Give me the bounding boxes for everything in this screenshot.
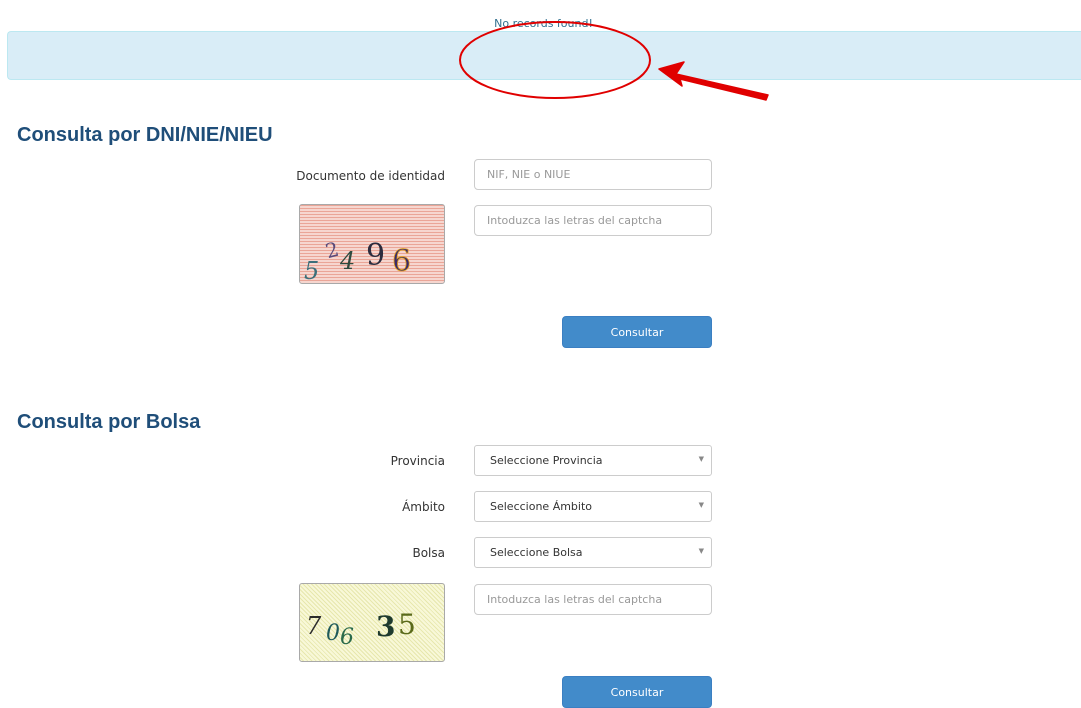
- svg-text:3: 3: [376, 610, 395, 643]
- svg-text:5: 5: [398, 608, 416, 641]
- chevron-down-icon: ▼: [698, 501, 704, 509]
- provincia-select[interactable]: Seleccione Provincia ▼: [474, 445, 712, 476]
- bolsa-label: Bolsa: [412, 546, 445, 560]
- bolsa-selected-value: Seleccione Bolsa: [490, 546, 583, 559]
- svg-text:5: 5: [304, 257, 319, 284]
- document-label: Documento de identidad: [296, 169, 445, 183]
- svg-text:0: 0: [326, 621, 340, 646]
- svg-text:6: 6: [340, 625, 354, 650]
- captcha-input-dni[interactable]: [474, 205, 712, 236]
- captcha-image-bolsa: 7 0 6 3 5: [299, 583, 445, 662]
- svg-text:9: 9: [366, 238, 385, 273]
- consultar-button-bolsa[interactable]: Consultar: [562, 676, 712, 708]
- provincia-label: Provincia: [390, 454, 445, 468]
- ambito-selected-value: Seleccione Ámbito: [490, 500, 593, 513]
- svg-text:4: 4: [339, 247, 355, 275]
- ambito-select[interactable]: Seleccione Ámbito ▼: [474, 491, 712, 522]
- section-title-bolsa: Consulta por Bolsa: [17, 411, 201, 433]
- chevron-down-icon: ▼: [698, 455, 704, 463]
- svg-text:6: 6: [392, 244, 411, 279]
- bolsa-select[interactable]: Seleccione Bolsa ▼: [474, 537, 712, 568]
- section-title-dni: Consulta por DNI/NIE/NIEU: [17, 124, 273, 146]
- alert-message: No records found!: [494, 17, 593, 30]
- document-input[interactable]: [474, 159, 712, 190]
- captcha-input-bolsa[interactable]: [474, 584, 712, 615]
- ambito-label: Ámbito: [402, 500, 445, 514]
- svg-text:7: 7: [306, 612, 322, 640]
- captcha-image-dni: 5 2 4 9 6: [299, 204, 445, 284]
- info-alert: [7, 31, 1081, 80]
- provincia-selected-value: Seleccione Provincia: [490, 454, 603, 467]
- chevron-down-icon: ▼: [698, 547, 704, 555]
- svg-text:2: 2: [323, 237, 342, 263]
- consultar-button-dni[interactable]: Consultar: [562, 316, 712, 348]
